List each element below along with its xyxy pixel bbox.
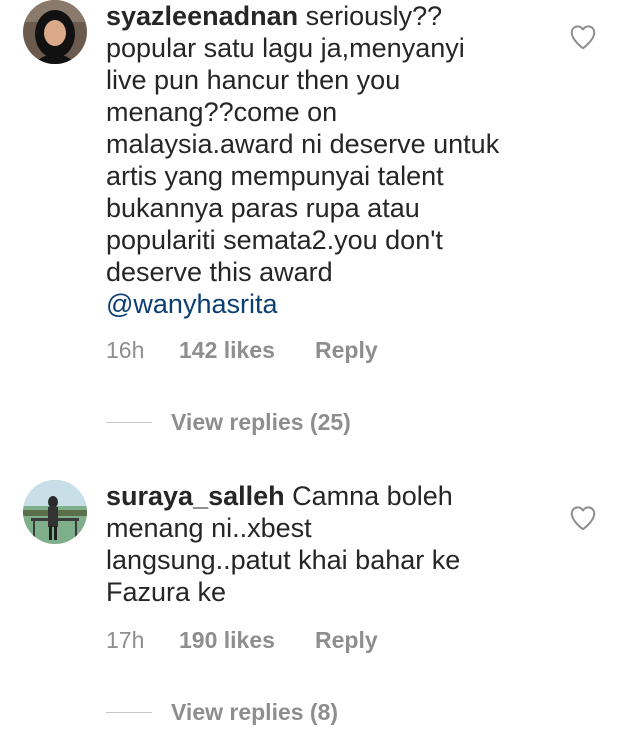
comment-meta: 16h 142 likes Reply — [106, 337, 378, 364]
divider-line — [106, 711, 152, 713]
view-replies-label: View replies (25) — [171, 408, 351, 435]
comment-line: malaysia.award ni deserve untuk — [106, 129, 500, 159]
reply-button[interactable]: Reply — [315, 627, 378, 654]
avatar-image — [23, 0, 87, 64]
comment-line: menang ni..xbest — [106, 513, 312, 543]
mention-link[interactable]: @wanyhasrita — [106, 289, 277, 319]
comment-text: suraya_salleh Camna boleh menang ni..xbe… — [106, 480, 546, 608]
comment-username[interactable]: syazleenadnan — [106, 1, 298, 31]
comment-line: deserve this award — [106, 257, 333, 287]
avatar-image — [23, 480, 87, 544]
comment-line: artis yang mempunyai talent — [106, 161, 444, 191]
comment-line: menang??come on — [106, 97, 338, 127]
reply-button[interactable]: Reply — [315, 337, 378, 364]
comment-line: popular satu lagu ja,menyanyi — [106, 33, 465, 63]
comment-line: Camna boleh — [292, 481, 453, 511]
heart-outline-icon[interactable] — [568, 503, 598, 533]
comment-username[interactable]: suraya_salleh — [106, 481, 285, 511]
comment-line: bukannya paras rupa atau — [106, 193, 420, 223]
comment-timestamp: 17h — [106, 627, 145, 653]
comment-line: populariti semata2.you don't — [106, 225, 443, 255]
likes-count[interactable]: 190 likes — [179, 627, 315, 654]
avatar[interactable] — [23, 480, 87, 544]
view-replies-button[interactable]: View replies (8) — [106, 697, 338, 727]
comment-line: langsung..patut khai bahar ke — [106, 545, 461, 575]
comment-text: syazleenadnan seriously?? popular satu l… — [106, 0, 546, 320]
likes-count[interactable]: 142 likes — [179, 337, 315, 364]
heart-outline-icon[interactable] — [568, 22, 598, 52]
comment-timestamp: 16h — [106, 337, 145, 363]
comment-meta: 17h 190 likes Reply — [106, 627, 378, 654]
view-replies-label: View replies (8) — [171, 698, 339, 725]
comment-line: seriously?? — [305, 1, 443, 31]
avatar[interactable] — [23, 0, 87, 64]
divider-line — [106, 421, 152, 423]
comment-line: live pun hancur then you — [106, 65, 401, 95]
comment-line: Fazura ke — [106, 577, 227, 607]
view-replies-button[interactable]: View replies (25) — [106, 407, 351, 437]
